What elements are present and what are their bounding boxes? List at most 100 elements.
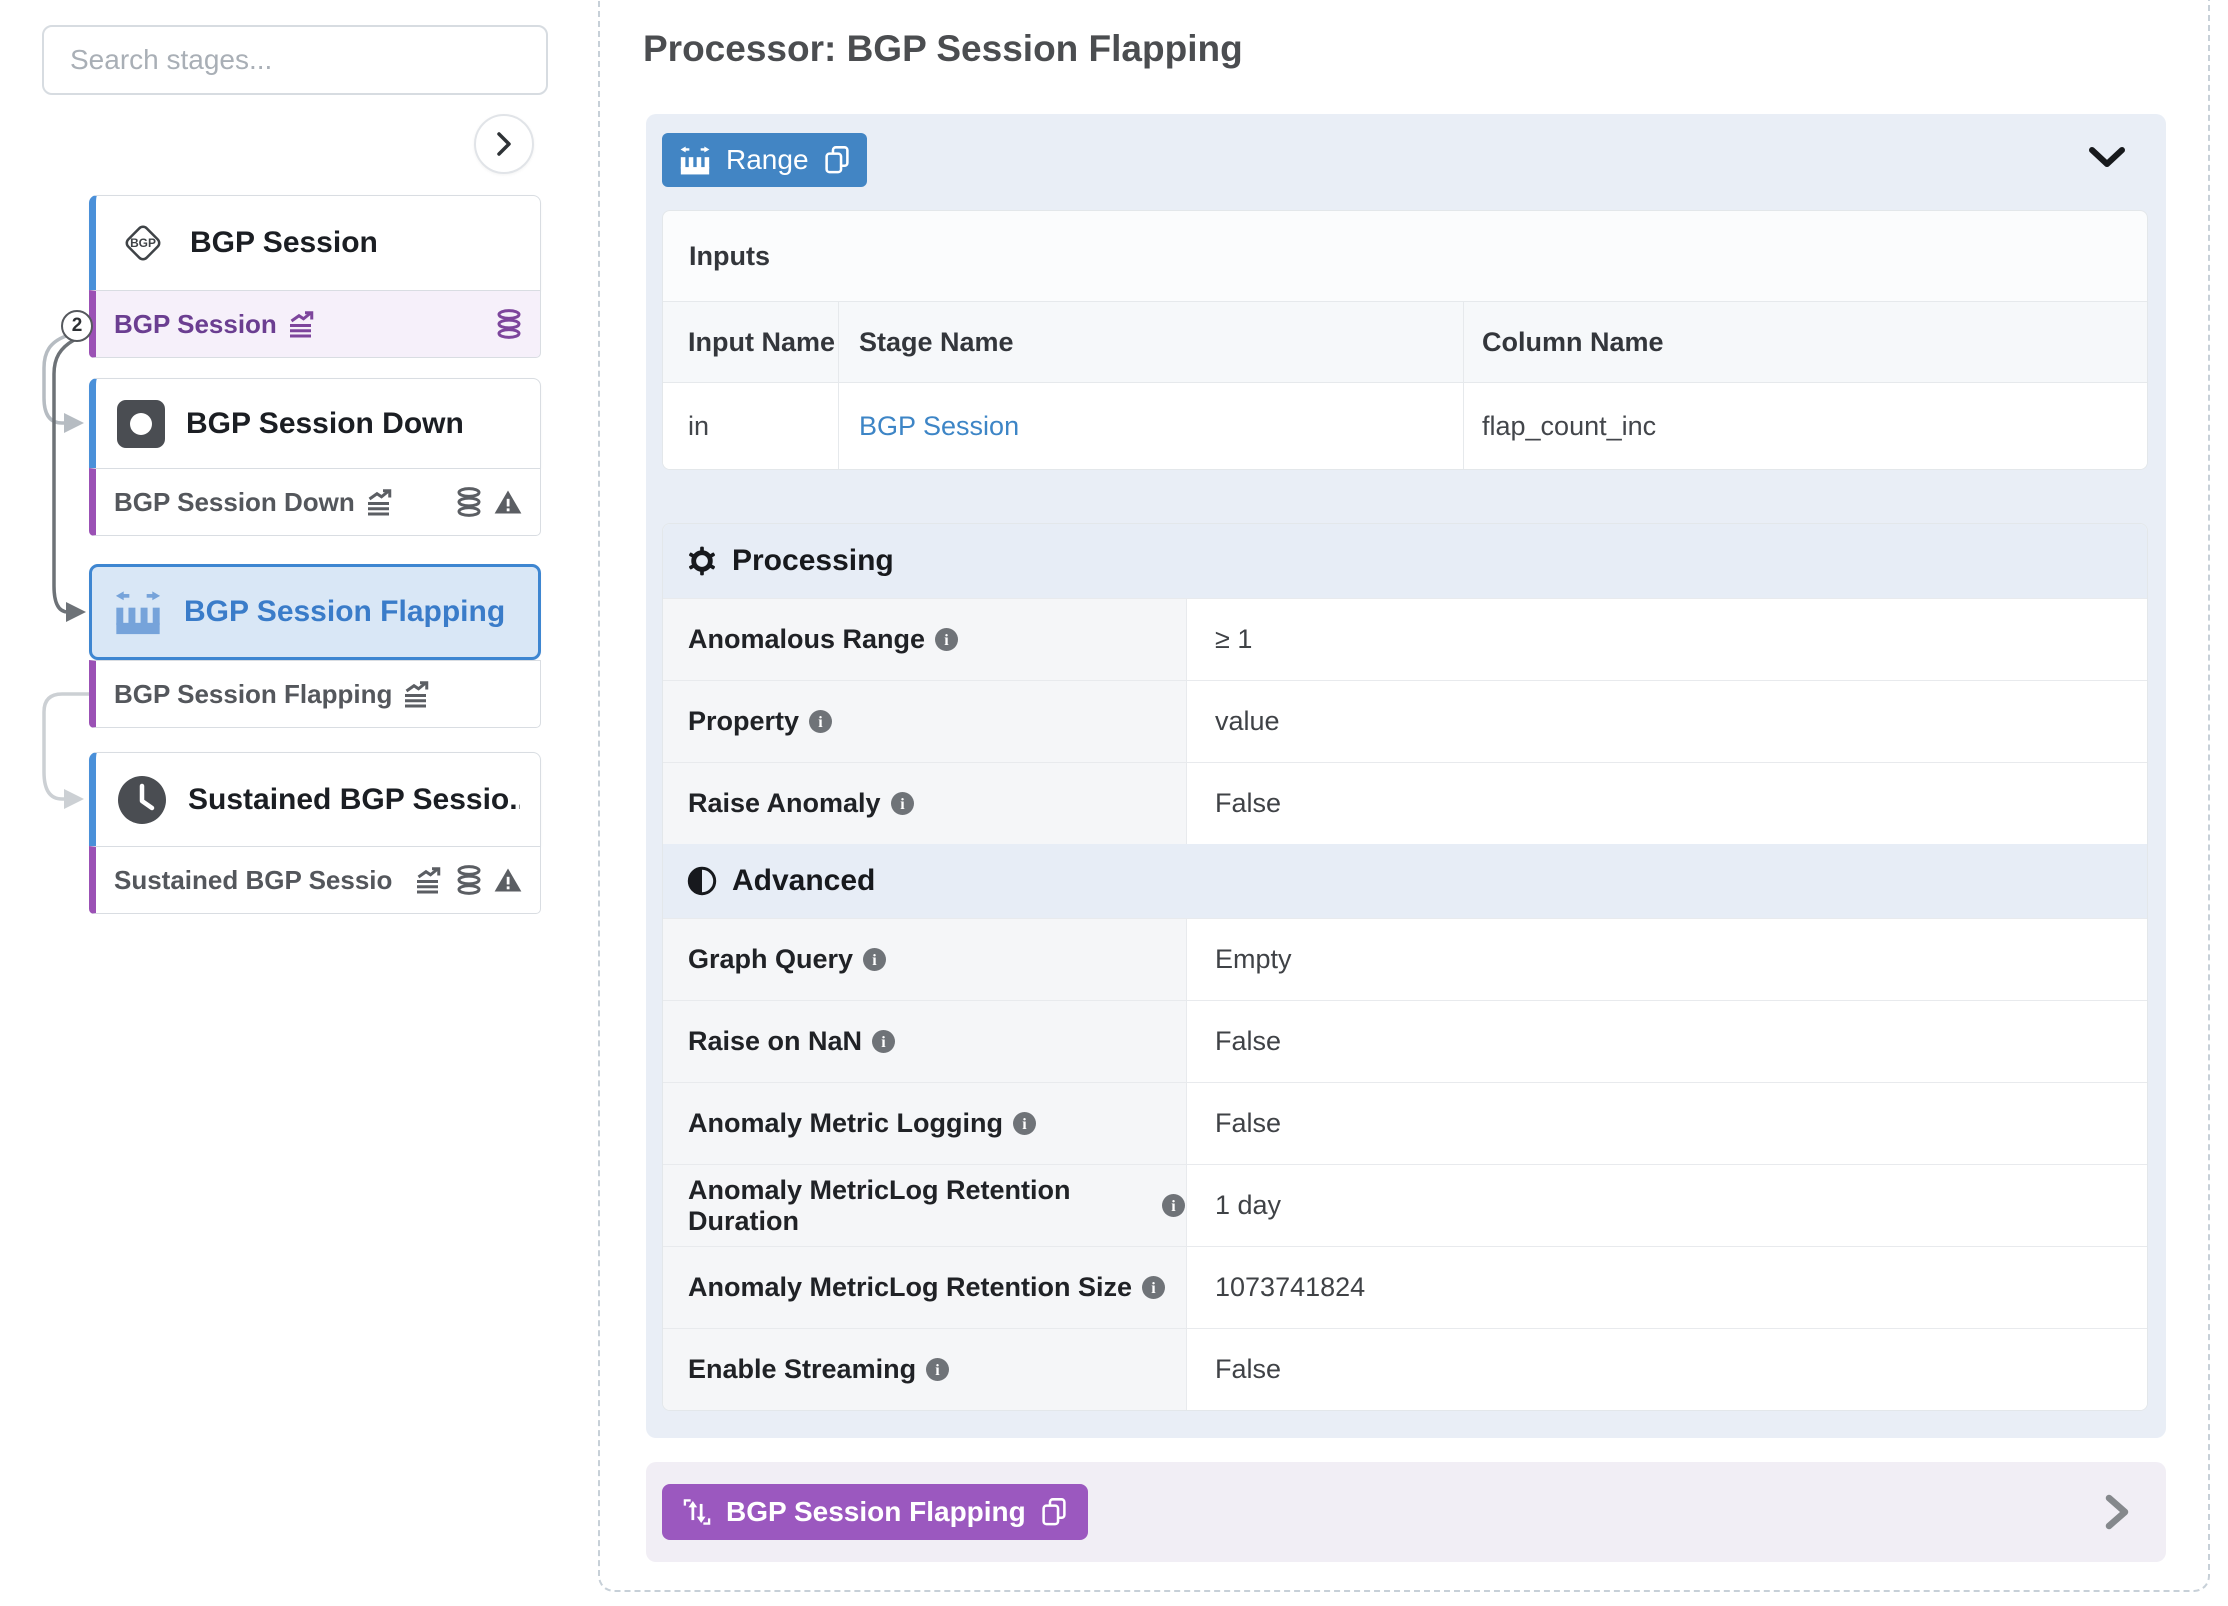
section-title: Processing — [732, 544, 894, 578]
substage-row-bgp-session-flapping[interactable]: BGP Session Flapping — [89, 660, 541, 728]
substage-label: BGP Session Flapping — [114, 679, 392, 710]
svg-text:i: i — [944, 632, 949, 649]
svg-text:i: i — [1151, 1280, 1156, 1297]
processor-type-label: Range — [726, 144, 809, 176]
page-title: Processor: BGP Session Flapping — [643, 28, 1243, 70]
setting-row: Property i value — [663, 680, 2147, 762]
stage-footer-button[interactable]: BGP Session Flapping — [662, 1484, 1088, 1540]
info-icon[interactable]: i — [890, 791, 915, 816]
substage-row-sustained-bgp-session[interactable]: Sustained BGP Sessio... — [89, 846, 541, 914]
half-circle-icon — [687, 866, 717, 896]
substage-label: Sustained BGP Sessio... — [114, 865, 394, 896]
info-icon[interactable]: i — [925, 1357, 950, 1382]
copy-icon — [823, 145, 851, 175]
svg-text:i: i — [900, 796, 905, 813]
stage-output-count-badge: 2 — [61, 310, 93, 342]
setting-value: False — [1187, 1082, 2147, 1164]
stage-title: BGP Session Down — [186, 407, 464, 441]
substage-row-bgp-session-down[interactable]: BGP Session Down — [89, 468, 541, 536]
pipeline-editor: 2 BGP BGP Session BGP Session BGP Sessio… — [0, 0, 2228, 1606]
chart-icon — [402, 679, 432, 709]
chevron-right-icon — [496, 131, 512, 157]
column-name-cell: flap_count_inc — [1463, 383, 2147, 469]
stage-name-link[interactable]: BGP Session — [859, 411, 1019, 442]
collapse-panel-button[interactable] — [2088, 146, 2126, 173]
svg-text:i: i — [1022, 1116, 1027, 1133]
info-icon[interactable]: i — [871, 1029, 896, 1054]
database-icon — [496, 309, 522, 339]
chevron-down-icon — [2088, 146, 2126, 170]
sort-arrows-icon — [682, 1497, 712, 1527]
setting-label: Raise Anomaly — [688, 788, 881, 819]
range-icon — [678, 143, 712, 177]
setting-label: Anomaly MetricLog Retention Size — [688, 1272, 1132, 1303]
setting-row: Enable Streaming i False — [663, 1328, 2147, 1410]
substage-label: BGP Session — [114, 309, 277, 340]
info-icon[interactable]: i — [1141, 1275, 1166, 1300]
setting-row: Raise Anomaly i False — [663, 762, 2147, 844]
inputs-heading: Inputs — [663, 211, 2147, 301]
chart-icon — [287, 309, 317, 339]
stage-footer-panel: BGP Session Flapping — [646, 1462, 2166, 1562]
chart-icon — [365, 487, 395, 517]
stage-card-bgp-session-down[interactable]: BGP Session Down — [89, 378, 541, 468]
info-icon[interactable]: i — [1161, 1193, 1186, 1218]
stage-title: Sustained BGP Sessio... — [188, 783, 520, 817]
svg-text:i: i — [935, 1362, 940, 1379]
setting-value: ≥ 1 — [1187, 598, 2147, 680]
stage-footer-label: BGP Session Flapping — [726, 1496, 1026, 1528]
setting-value: Empty — [1187, 918, 2147, 1000]
svg-text:i: i — [818, 714, 823, 731]
processor-panel: Range Inputs Input Name Stage Name Colum… — [646, 114, 2166, 1438]
copy-icon — [1040, 1497, 1068, 1527]
warning-icon — [494, 489, 522, 515]
info-icon[interactable]: i — [808, 709, 833, 734]
inputs-table-row: in BGP Session flap_count_inc — [663, 382, 2147, 469]
setting-row: Anomalous Range i ≥ 1 — [663, 598, 2147, 680]
setting-row: Anomaly MetricLog Retention Duration i 1… — [663, 1164, 2147, 1246]
setting-label: Raise on NaN — [688, 1026, 862, 1057]
warning-icon — [494, 867, 522, 893]
column-header-column-name: Column Name — [1463, 302, 2147, 382]
database-icon — [456, 865, 482, 895]
info-icon[interactable]: i — [1012, 1111, 1037, 1136]
substage-row-bgp-session[interactable]: BGP Session — [89, 290, 541, 358]
info-icon[interactable]: i — [862, 947, 887, 972]
setting-row: Graph Query i Empty — [663, 918, 2147, 1000]
chevron-right-icon — [2104, 1492, 2130, 1532]
expand-stage-button[interactable] — [2104, 1492, 2130, 1535]
record-icon — [116, 399, 166, 449]
setting-label: Anomaly MetricLog Retention Duration — [688, 1175, 1152, 1237]
setting-value: 1073741824 — [1187, 1246, 2147, 1328]
info-icon[interactable]: i — [934, 627, 959, 652]
svg-text:i: i — [872, 952, 877, 969]
setting-row: Anomaly Metric Logging i False — [663, 1082, 2147, 1164]
section-header-processing: Processing — [663, 524, 2147, 598]
column-header-input-name: Input Name — [663, 302, 838, 382]
inputs-header-row: Input Name Stage Name Column Name — [663, 301, 2147, 382]
stage-card-bgp-session[interactable]: BGP BGP Session — [89, 195, 541, 290]
svg-text:i: i — [1171, 1198, 1176, 1215]
gear-icon — [687, 546, 717, 576]
svg-text:BGP: BGP — [130, 236, 156, 250]
stage-title: BGP Session Flapping — [184, 595, 505, 629]
section-title: Advanced — [732, 864, 875, 898]
setting-label: Enable Streaming — [688, 1354, 916, 1385]
stage-card-bgp-session-flapping[interactable]: BGP Session Flapping — [89, 564, 541, 660]
setting-value: False — [1187, 1000, 2147, 1082]
stage-title: BGP Session — [190, 226, 378, 260]
setting-value: value — [1187, 680, 2147, 762]
stage-card-sustained-bgp-session[interactable]: Sustained BGP Sessio... — [89, 752, 541, 846]
setting-row: Raise on NaN i False — [663, 1000, 2147, 1082]
setting-label: Anomalous Range — [688, 624, 925, 655]
setting-value: 1 day — [1187, 1164, 2147, 1246]
processor-type-button[interactable]: Range — [662, 133, 867, 187]
setting-value: False — [1187, 1328, 2147, 1410]
chart-icon — [414, 865, 444, 895]
sidebar-collapse-button[interactable] — [474, 114, 534, 174]
substage-label: BGP Session Down — [114, 487, 355, 518]
setting-label: Property — [688, 706, 799, 737]
setting-row: Anomaly MetricLog Retention Size i 10737… — [663, 1246, 2147, 1328]
settings-card: Processing Anomalous Range i ≥ 1 Propert… — [662, 523, 2148, 1411]
setting-label: Anomaly Metric Logging — [688, 1108, 1003, 1139]
